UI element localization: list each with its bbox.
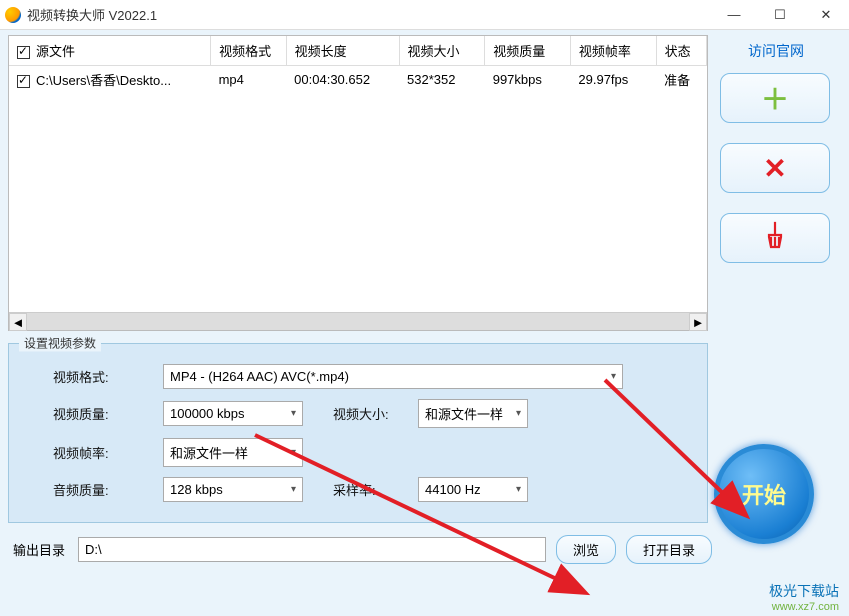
video-quality-label: 视频质量:	[53, 404, 163, 423]
col-quality[interactable]: 视频质量	[485, 36, 571, 66]
chevron-down-icon: ▾	[291, 484, 296, 495]
col-status[interactable]: 状态	[656, 36, 706, 66]
open-dir-button[interactable]: 打开目录	[626, 535, 712, 564]
video-size-select[interactable]: 和源文件一样▾	[418, 399, 528, 428]
file-list-table: 源文件 视频格式 视频长度 视频大小 视频质量 视频帧率 状态 C:\Users…	[8, 35, 708, 331]
chevron-down-icon: ▾	[516, 408, 521, 419]
plus-icon: ＋	[761, 78, 789, 118]
video-format-select[interactable]: MP4 - (H264 AAC) AVC(*.mp4)▾	[163, 364, 623, 389]
video-quality-select[interactable]: 100000 kbps▾	[163, 401, 303, 426]
sample-rate-label: 采样率:	[333, 480, 418, 499]
audio-quality-label: 音频质量:	[53, 480, 163, 499]
col-fps[interactable]: 视频帧率	[570, 36, 656, 66]
start-button[interactable]: 开始	[714, 444, 814, 544]
horizontal-scrollbar[interactable]: ◄ ►	[9, 312, 707, 330]
col-format[interactable]: 视频格式	[211, 36, 287, 66]
col-duration[interactable]: 视频长度	[286, 36, 399, 66]
scroll-track[interactable]	[27, 313, 689, 330]
broom-icon	[761, 221, 789, 256]
video-size-label: 视频大小:	[333, 404, 418, 423]
row-checkbox[interactable]	[17, 75, 30, 88]
scroll-left-icon[interactable]: ◄	[9, 313, 27, 331]
scroll-right-icon[interactable]: ►	[689, 313, 707, 331]
add-file-button[interactable]: ＋	[720, 73, 830, 123]
official-site-link[interactable]: 访问官网	[720, 41, 832, 61]
col-size[interactable]: 视频大小	[399, 36, 485, 66]
chevron-down-icon: ▾	[516, 484, 521, 495]
minimize-button[interactable]: —	[711, 0, 757, 30]
video-fps-select[interactable]: 和源文件一样▾	[163, 438, 303, 467]
select-all-checkbox[interactable]	[17, 46, 30, 59]
watermark: 极光下载站 www.xz7.com	[769, 581, 839, 613]
params-legend: 设置视频参数	[19, 335, 101, 352]
video-params-panel: 设置视频参数 视频格式: MP4 - (H264 AAC) AVC(*.mp4)…	[8, 343, 708, 523]
window-title: 视频转换大师 V2022.1	[27, 5, 711, 24]
table-row[interactable]: C:\Users\香香\Deskto... mp4 00:04:30.652 5…	[9, 66, 707, 94]
output-dir-input[interactable]	[78, 537, 546, 562]
sample-rate-select[interactable]: 44100 Hz▾	[418, 477, 528, 502]
close-button[interactable]: ✕	[803, 0, 849, 30]
chevron-down-icon: ▾	[611, 371, 616, 382]
maximize-button[interactable]: ☐	[757, 0, 803, 30]
browse-button[interactable]: 浏览	[556, 535, 616, 564]
audio-quality-select[interactable]: 128 kbps▾	[163, 477, 303, 502]
video-format-label: 视频格式:	[53, 367, 163, 386]
video-fps-label: 视频帧率:	[53, 443, 163, 462]
clear-list-button[interactable]	[720, 213, 830, 263]
cross-icon: ✕	[763, 152, 786, 185]
chevron-down-icon: ▾	[291, 447, 296, 458]
output-dir-label: 输出目录	[13, 540, 78, 559]
col-source[interactable]: 源文件	[9, 36, 211, 66]
app-logo-icon	[5, 7, 21, 23]
chevron-down-icon: ▾	[291, 408, 296, 419]
remove-file-button[interactable]: ✕	[720, 143, 830, 193]
